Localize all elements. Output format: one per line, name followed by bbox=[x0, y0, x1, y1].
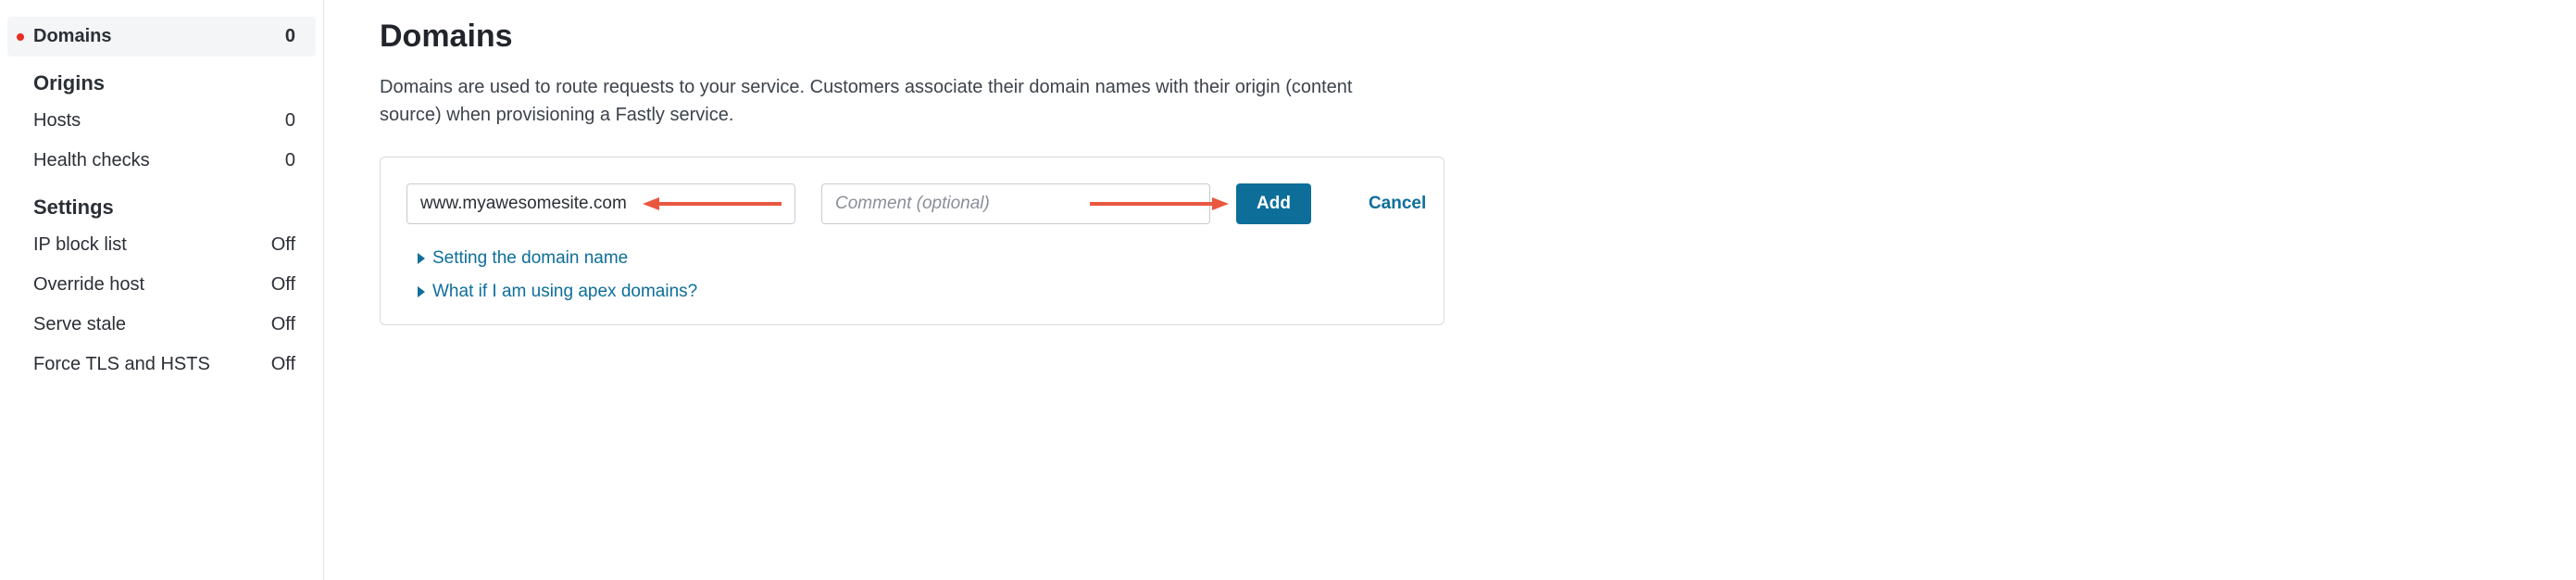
sidebar-item-value: 0 bbox=[285, 26, 295, 47]
triangle-right-icon bbox=[418, 286, 425, 297]
sidebar-item-label: Health checks bbox=[33, 150, 150, 171]
cancel-button[interactable]: Cancel bbox=[1363, 194, 1432, 214]
sidebar-item-label: IP block list bbox=[33, 234, 127, 256]
help-link-label: What if I am using apex domains? bbox=[432, 282, 697, 302]
sidebar-item-label: Serve stale bbox=[33, 314, 126, 335]
sidebar-item-value: Off bbox=[271, 354, 295, 375]
help-link-apex-domains[interactable]: What if I am using apex domains? bbox=[418, 282, 1418, 302]
page-title: Domains bbox=[380, 19, 2520, 55]
domain-form-panel: Add Cancel Setting the domain name What … bbox=[380, 157, 1444, 325]
domain-form-row: Add Cancel bbox=[406, 183, 1418, 224]
sidebar-item-value: Off bbox=[271, 234, 295, 256]
sidebar-item-hosts[interactable]: Hosts 0 bbox=[7, 101, 316, 141]
sidebar-item-override-host[interactable]: Override host Off bbox=[7, 265, 316, 305]
sidebar-item-value: Off bbox=[271, 274, 295, 296]
help-link-domain-name[interactable]: Setting the domain name bbox=[418, 248, 1418, 269]
sidebar-section-origins: Origins bbox=[7, 57, 316, 101]
sidebar-item-label: Domains bbox=[33, 26, 111, 47]
sidebar-section-settings: Settings bbox=[7, 181, 316, 225]
sidebar-item-value: 0 bbox=[285, 150, 295, 171]
help-link-label: Setting the domain name bbox=[432, 248, 628, 269]
domain-name-input[interactable] bbox=[406, 183, 795, 224]
domain-comment-input[interactable] bbox=[821, 183, 1210, 224]
sidebar-item-ip-block-list[interactable]: IP block list Off bbox=[7, 225, 316, 265]
help-links: Setting the domain name What if I am usi… bbox=[406, 248, 1418, 302]
page-description: Domains are used to route requests to yo… bbox=[380, 73, 1380, 129]
sidebar-item-value: Off bbox=[271, 314, 295, 335]
main-content: Domains Domains are used to route reques… bbox=[324, 0, 2576, 580]
triangle-right-icon bbox=[418, 253, 425, 264]
sidebar: Domains 0 Origins Hosts 0 Health checks … bbox=[0, 0, 324, 580]
sidebar-item-label: Override host bbox=[33, 274, 144, 296]
sidebar-item-label: Force TLS and HSTS bbox=[33, 354, 210, 375]
sidebar-item-force-tls-hsts[interactable]: Force TLS and HSTS Off bbox=[7, 345, 316, 385]
sidebar-item-value: 0 bbox=[285, 110, 295, 132]
add-button[interactable]: Add bbox=[1236, 183, 1311, 224]
sidebar-item-domains[interactable]: Domains 0 bbox=[7, 17, 316, 57]
sidebar-item-health-checks[interactable]: Health checks 0 bbox=[7, 141, 316, 181]
sidebar-item-serve-stale[interactable]: Serve stale Off bbox=[7, 305, 316, 345]
sidebar-item-label: Hosts bbox=[33, 110, 81, 132]
